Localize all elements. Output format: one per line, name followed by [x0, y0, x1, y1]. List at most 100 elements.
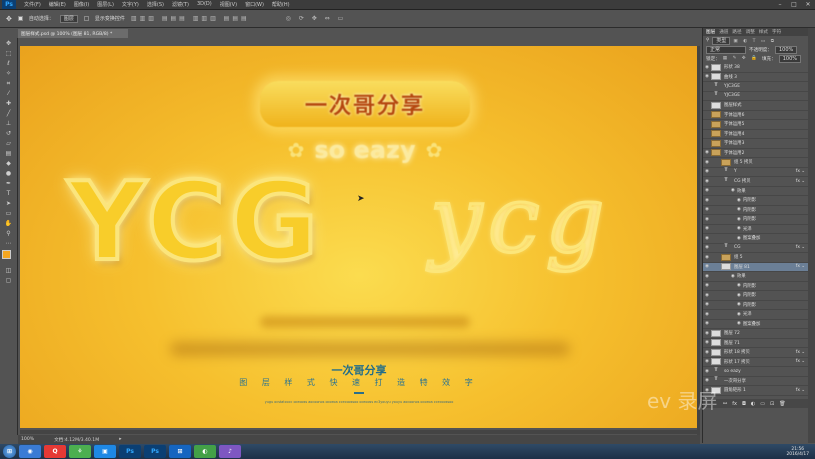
- opacity-input[interactable]: 100%: [774, 45, 798, 54]
- fx-icon[interactable]: fx ⌄: [796, 388, 805, 393]
- gradient-tool-icon[interactable]: ▤: [4, 149, 14, 158]
- marquee-tool-icon[interactable]: ⬚: [4, 49, 14, 58]
- effect-eye-icon[interactable]: ◉: [737, 312, 741, 317]
- auto-select-dropdown[interactable]: 图层: [59, 14, 78, 23]
- minimize-icon[interactable]: –: [773, 1, 787, 8]
- zoom-level[interactable]: 100%: [21, 437, 34, 442]
- eye-icon[interactable]: ◉: [703, 369, 711, 374]
- eye-icon[interactable]: ◉: [703, 340, 711, 345]
- eye-icon[interactable]: ◉: [703, 160, 711, 165]
- eye-icon[interactable]: ◉: [703, 198, 711, 203]
- effect-eye-icon[interactable]: ◉: [737, 217, 741, 222]
- eye-icon[interactable]: ◉: [703, 321, 711, 326]
- mask-icon[interactable]: ◘: [742, 401, 746, 407]
- effect-eye-icon[interactable]: ◉: [737, 226, 741, 231]
- eye-icon[interactable]: ◉: [703, 207, 711, 212]
- color-swatches[interactable]: [1, 250, 17, 264]
- menu-item[interactable]: 帮助(H): [268, 1, 294, 8]
- menu-item[interactable]: 图像(I): [70, 1, 93, 8]
- layer-row[interactable]: ◉ ◉ 内阴影: [703, 291, 808, 301]
- menu-item[interactable]: 3D(D): [193, 1, 216, 8]
- shape-tool-icon[interactable]: ▭: [4, 209, 14, 218]
- trash-icon[interactable]: 🗑: [779, 401, 785, 407]
- clone-stamp-tool-icon[interactable]: ⊥: [4, 119, 14, 128]
- layer-row[interactable]: ◉ 图层 81 fx ⌄: [703, 262, 808, 272]
- layer-row[interactable]: ◉ 图层 71: [703, 339, 808, 348]
- 3d-mode-icons[interactable]: ◎ ⟳ ✥ ⇔ ▭: [286, 15, 347, 22]
- taskbar-app-icon[interactable]: Q: [44, 445, 66, 458]
- eye-icon[interactable]: ◉: [703, 150, 711, 155]
- lock-icons[interactable]: ▦ ✎ ✥ 🔒: [723, 56, 759, 61]
- layer-row[interactable]: ◉ 组 5 拷贝: [703, 158, 808, 168]
- show-transform-checkbox[interactable]: [83, 16, 89, 21]
- effect-eye-icon[interactable]: ◉: [737, 207, 741, 212]
- hand-tool-icon[interactable]: ✋: [4, 219, 14, 228]
- healing-brush-tool-icon[interactable]: ✚: [4, 99, 14, 108]
- brush-tool-icon[interactable]: ╱: [4, 109, 14, 118]
- layer-row[interactable]: 字体运用4: [703, 130, 808, 139]
- eye-icon[interactable]: ◉: [703, 350, 711, 355]
- layer-row[interactable]: ◉ Tso eazy: [703, 367, 808, 377]
- eye-icon[interactable]: ◉: [703, 245, 711, 250]
- eye-icon[interactable]: ◉: [703, 293, 711, 298]
- eye-icon[interactable]: ◉: [703, 331, 711, 336]
- effect-eye-icon[interactable]: ◉: [737, 236, 741, 241]
- move-tool-icon[interactable]: ✥: [6, 15, 12, 23]
- eye-icon[interactable]: ◉: [703, 312, 711, 317]
- path-selection-tool-icon[interactable]: ➤: [4, 199, 14, 208]
- start-button[interactable]: ⊞: [3, 445, 16, 458]
- eye-icon[interactable]: ◉: [703, 169, 711, 174]
- auto-select-checkbox[interactable]: [17, 16, 23, 21]
- crop-tool-icon[interactable]: ⌗: [4, 79, 14, 88]
- more-tools-icon[interactable]: ⋯: [4, 239, 14, 248]
- layer-row[interactable]: ◉ ◉ 图案叠加: [703, 234, 808, 244]
- canvas[interactable]: 一次哥分享 ✿ so eazy ✿ YCG ycg ➤ 一次哥分享 图 层 样 …: [20, 46, 698, 428]
- taskbar-app-icon[interactable]: Ps: [119, 445, 141, 458]
- panel-tab[interactable]: 图层: [706, 29, 715, 35]
- layer-row[interactable]: ◉ T CG 拷贝 fx ⌄: [703, 177, 808, 187]
- eye-icon[interactable]: ◉: [703, 226, 711, 231]
- layer-row[interactable]: 字体运用5: [703, 120, 808, 130]
- eye-icon[interactable]: ◉: [703, 274, 711, 279]
- layer-row[interactable]: ◉ ◉ 内阴影: [703, 206, 808, 215]
- eye-icon[interactable]: ◉: [703, 188, 711, 193]
- panel-tab[interactable]: 通道: [719, 29, 728, 35]
- layer-row[interactable]: ◉ 形状 18 拷贝 fx ⌄: [703, 348, 808, 358]
- menu-item[interactable]: 视图(V): [216, 1, 241, 8]
- layer-row[interactable]: ◉ T Yfx ⌄: [703, 168, 808, 177]
- layer-row[interactable]: T YJC3GE: [703, 82, 808, 92]
- layer-row[interactable]: ◉ 圆角矩形 1 fx ⌄: [703, 386, 808, 396]
- eye-icon[interactable]: ◉: [703, 217, 711, 222]
- taskbar-app-icon[interactable]: ◉: [19, 445, 41, 458]
- menu-item[interactable]: 窗口(W): [241, 1, 268, 8]
- layer-row[interactable]: 字体运用3: [703, 139, 808, 149]
- layer-row[interactable]: ◉ ◉ 图案叠加: [703, 320, 808, 329]
- layer-row[interactable]: ◉ 形状 17 拷贝 fx ⌄: [703, 358, 808, 367]
- eyedropper-tool-icon[interactable]: ⁄: [4, 89, 14, 98]
- blur-tool-icon[interactable]: ◆: [4, 159, 14, 168]
- layer-row[interactable]: ◉ ◉ 效果: [703, 187, 808, 196]
- panel-tab[interactable]: 调整: [746, 29, 755, 35]
- layer-row[interactable]: 字体运用6: [703, 111, 808, 120]
- effect-eye-icon[interactable]: ◉: [737, 321, 741, 326]
- layer-row[interactable]: ◉ 图层 72: [703, 329, 808, 339]
- zoom-tool-icon[interactable]: ⚲: [4, 229, 14, 238]
- eye-icon[interactable]: ◉: [703, 255, 711, 260]
- panel-tab[interactable]: 样式: [759, 29, 768, 35]
- fx-icon[interactable]: fx ⌄: [796, 169, 805, 174]
- align-icons[interactable]: ▥▥▥ ▤▤▤ ▥▥▥ ▤▤▤: [131, 15, 250, 22]
- effect-eye-icon[interactable]: ◉: [737, 293, 741, 298]
- type-tool-icon[interactable]: T: [4, 189, 14, 198]
- taskbar-app-icon[interactable]: ⊞: [169, 445, 191, 458]
- panel-tab[interactable]: 字符: [772, 29, 781, 35]
- fx-icon[interactable]: fx ⌄: [796, 264, 805, 269]
- layer-row[interactable]: ◉ ◉ 内阴影: [703, 282, 808, 291]
- system-clock[interactable]: 21:56 2016/4/17: [786, 447, 809, 457]
- eye-icon[interactable]: ◉: [703, 283, 711, 288]
- taskbar-app-icon[interactable]: ♪: [219, 445, 241, 458]
- quick-mask-icon[interactable]: ◫: [4, 266, 14, 275]
- fx-icon[interactable]: fx ⌄: [796, 350, 805, 355]
- blend-mode-dropdown[interactable]: 正常: [706, 45, 746, 54]
- filter-icons[interactable]: ▣ ◐ T ▭ ⧉: [733, 38, 776, 44]
- eye-icon[interactable]: ◉: [703, 179, 711, 184]
